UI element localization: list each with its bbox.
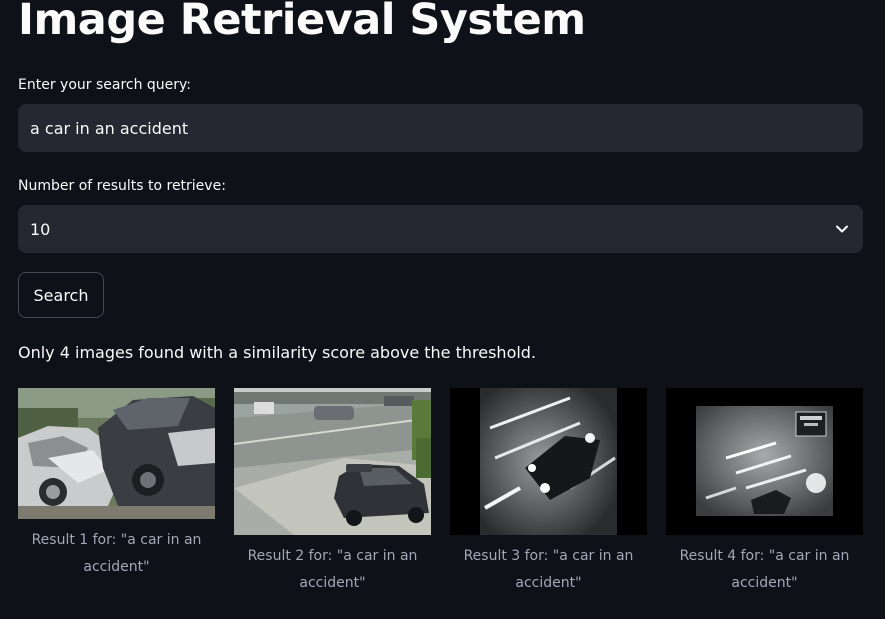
result-caption: Result 3 for: "a car in an accident" [463, 548, 634, 591]
result-image-crashed-cars[interactable] [18, 388, 215, 519]
search-button[interactable]: Search [18, 272, 104, 318]
results-grid: Result 1 for: "a car in an accident" Res… [18, 388, 863, 619]
chevron-down-icon[interactable] [835, 222, 849, 236]
result-image-street-intersection[interactable] [234, 388, 431, 535]
result-count-value: 10 [30, 219, 51, 239]
result-caption: Result 2 for: "a car in an accident" [247, 548, 418, 591]
result-card: Result 2 for: "a car in an accident" [234, 388, 431, 597]
result-image-night-cctv-street[interactable] [666, 388, 863, 535]
page: Image Retrieval System Enter your search… [0, 0, 885, 619]
result-caption: Result 4 for: "a car in an accident" [679, 548, 850, 591]
result-status-message: Only 4 images found with a similarity sc… [18, 343, 537, 362]
search-query-input[interactable] [18, 104, 863, 152]
result-caption: Result 1 for: "a car in an accident" [31, 532, 202, 575]
result-card: Result 1 for: "a car in an accident" [18, 388, 215, 581]
result-card: Result 4 for: "a car in an accident" [666, 388, 863, 597]
result-card: Result 3 for: "a car in an accident" [450, 388, 647, 597]
search-query-label: Enter your search query: [18, 77, 192, 93]
result-count-select[interactable]: 10 [18, 205, 863, 253]
result-image-night-cctv-car[interactable] [450, 388, 647, 535]
page-title: Image Retrieval System [18, 0, 586, 45]
result-count-label: Number of results to retrieve: [18, 178, 226, 194]
search-query-field[interactable] [18, 104, 863, 152]
